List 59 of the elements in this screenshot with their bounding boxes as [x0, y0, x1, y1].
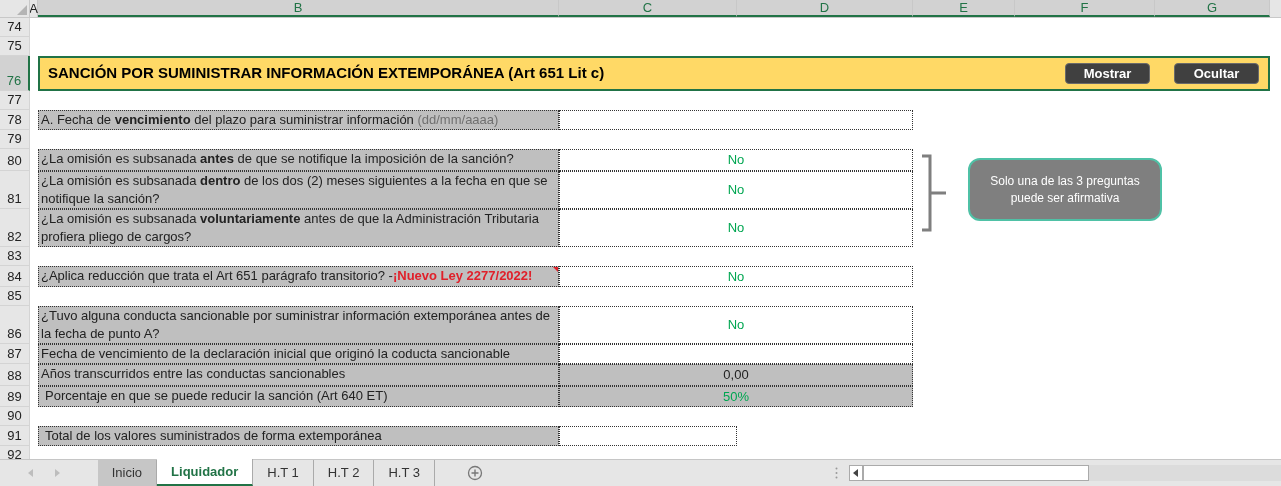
banner-button[interactable]: Mostrar [1065, 63, 1150, 84]
question-cell: Años transcurridos entre las conductas sancionables [38, 364, 559, 386]
question-cell: ¿Tuvo alguna conducta sancionable por suministrar información extemporánea antes de la fecha de punto A? [38, 306, 559, 344]
question-cell: ¿La omisión es subsanada dentro de los dos (2) meses siguientes a la fecha en que se notifique la sanción? [38, 170, 559, 209]
value-field[interactable]: 0,00 [559, 364, 913, 386]
value-text: No [727, 267, 745, 286]
banner-button[interactable]: Ocultar [1174, 63, 1259, 84]
value-field[interactable] [559, 110, 913, 130]
row-number[interactable]: 85 [0, 287, 30, 306]
row-number[interactable]: 79 [0, 130, 30, 149]
sheet-tab[interactable]: H.T 1 [253, 460, 314, 486]
sheet-tab[interactable]: Liquidador [157, 459, 254, 486]
value-text: 0,00 [723, 366, 749, 384]
column-header[interactable]: D [737, 0, 913, 17]
row-number[interactable]: 75 [0, 37, 30, 56]
question-cell: ¿La omisión es subsanada antes de que se notifique la imposición de la sanción? [38, 149, 559, 171]
row-number[interactable]: 81 [0, 170, 30, 209]
row-number[interactable]: 88 [0, 364, 30, 386]
add-sheet-icon[interactable] [466, 465, 483, 481]
value-text: No [727, 180, 745, 199]
value-text: 50% [723, 387, 749, 406]
row-number[interactable]: 82 [0, 208, 30, 247]
row-number[interactable]: 76 [0, 56, 30, 91]
row-number[interactable]: 86 [0, 306, 30, 344]
callout-note: Solo una de las 3 preguntas puede ser afirmativa [968, 158, 1162, 221]
sheet-tab[interactable]: H.T 2 [313, 460, 375, 486]
value-field[interactable] [559, 344, 913, 364]
column-header[interactable]: G [1155, 0, 1270, 17]
question-cell: Porcentaje en que se puede reducir la sanción (Art 640 ET) [38, 385, 559, 407]
splitter-handle-icon[interactable] [834, 467, 838, 479]
row-number[interactable]: 84 [0, 265, 30, 287]
row-number[interactable]: 80 [0, 149, 30, 171]
value-field[interactable] [559, 426, 737, 446]
question-cell: Total de los valores suministrados de forma extemporánea [38, 426, 559, 446]
horizontal-scrollbar[interactable] [848, 465, 1281, 481]
row-number[interactable]: 89 [0, 385, 30, 407]
row-number[interactable]: 90 [0, 407, 30, 426]
question-cell: A. Fecha de vencimiento del plazo para suministrar información (dd/mm/aaaa) [38, 110, 559, 130]
row-number[interactable]: 78 [0, 110, 30, 130]
sheet-tab[interactable]: Inicio [97, 460, 158, 486]
value-text: No [727, 316, 745, 335]
question-cell: Fecha de vencimiento de la declaración inicial que originó la coducta sancionable [38, 344, 559, 364]
row-number[interactable]: 87 [0, 344, 30, 364]
section-title: SANCIÓN POR SUMINISTRAR INFORMACIÓN EXTEMPORÁNEA (Art 651 Lit c) [48, 63, 606, 84]
question-cell: ¿La omisión es subsanada voluntariamente antes de que la Administración Tributaria profiera pliego de cargos? [38, 208, 559, 247]
column-header[interactable]: C [559, 0, 737, 17]
value-text: No [727, 151, 745, 169]
column-header[interactable]: F [1015, 0, 1155, 17]
sheet-tab[interactable]: H.T 3 [374, 460, 435, 486]
question-cell: ¿Aplica reducción que trata el Art 651 parágrafo transitorio? -¡Nuevo Ley 2277/2022! [38, 265, 559, 287]
column-header[interactable]: E [913, 0, 1015, 17]
scroll-left-icon[interactable] [853, 469, 859, 477]
bracket-icon [920, 154, 948, 232]
column-header[interactable]: B [38, 0, 559, 17]
value-text: No [727, 218, 745, 237]
row-number[interactable]: 91 [0, 426, 30, 446]
row-number[interactable]: 74 [0, 18, 30, 37]
row-number[interactable]: 92 [0, 446, 30, 459]
row-number[interactable]: 77 [0, 91, 30, 110]
